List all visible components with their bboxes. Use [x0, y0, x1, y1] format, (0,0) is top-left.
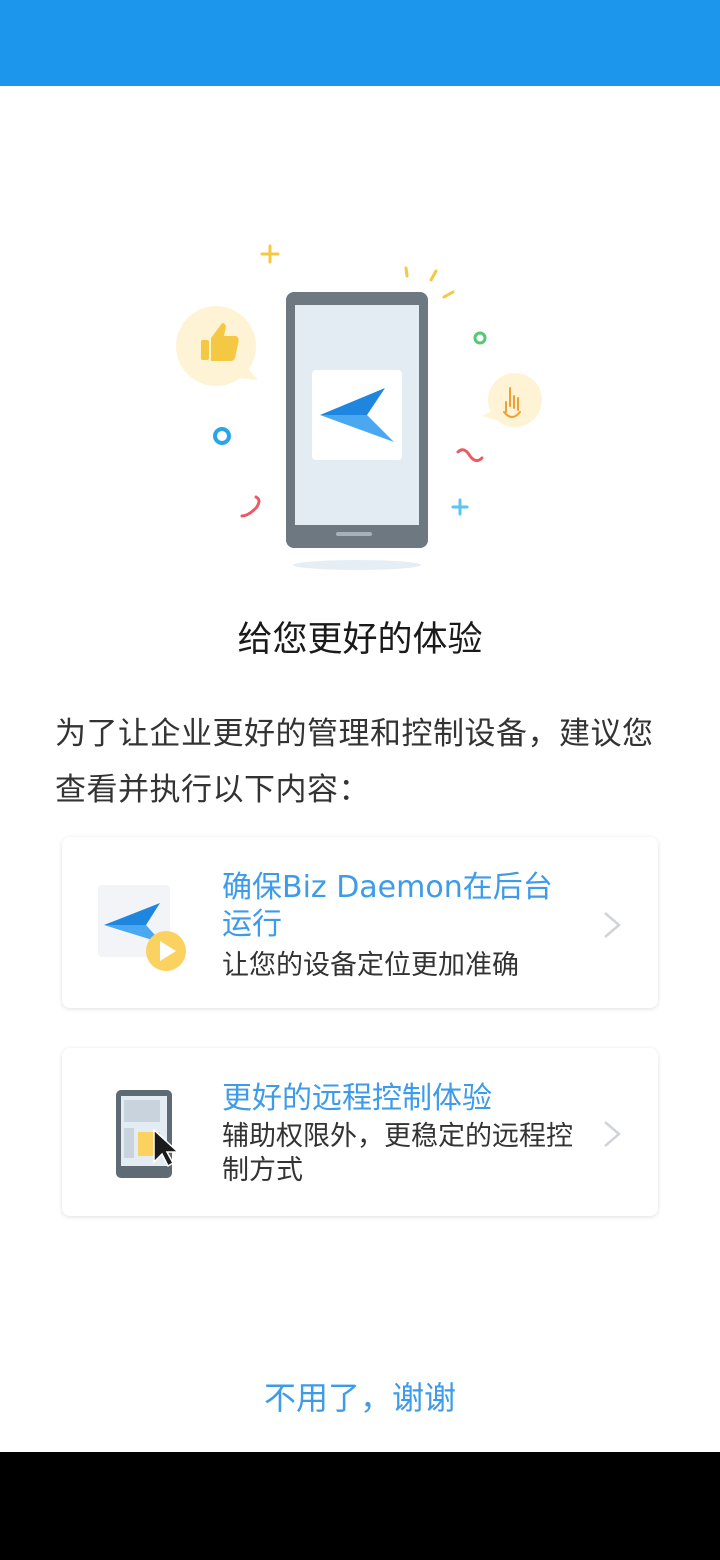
chevron-right-icon [604, 912, 621, 938]
card-title: 确保Biz Daemon在后台运行 [222, 870, 553, 942]
navigation-bar [0, 1452, 720, 1560]
card-run-in-background[interactable]: 确保Biz Daemon在后台运行 让您的设备定位更加准确 [62, 837, 658, 1008]
card-description: 辅助权限外，更稳定的远程控制方式 [222, 1121, 573, 1186]
card-description: 让您的设备定位更加准确 [222, 950, 519, 981]
chevron-right-icon [604, 1121, 621, 1147]
phone-illustration [176, 244, 542, 570]
status-bar [0, 0, 720, 86]
app-play-icon [98, 885, 186, 971]
page-title: 给您更好的体验 [237, 620, 483, 660]
intro-text: 为了让企业更好的管理和控制设备，建议您查看并执行以下内容： [55, 716, 654, 808]
dismiss-button[interactable]: 不用了，谢谢 [0, 1370, 720, 1426]
card-remote-control[interactable]: 更好的远程控制体验 辅助权限外，更稳定的远程控制方式 [62, 1048, 658, 1216]
remote-control-icon [116, 1090, 180, 1178]
card-title: 更好的远程控制体验 [222, 1081, 492, 1116]
